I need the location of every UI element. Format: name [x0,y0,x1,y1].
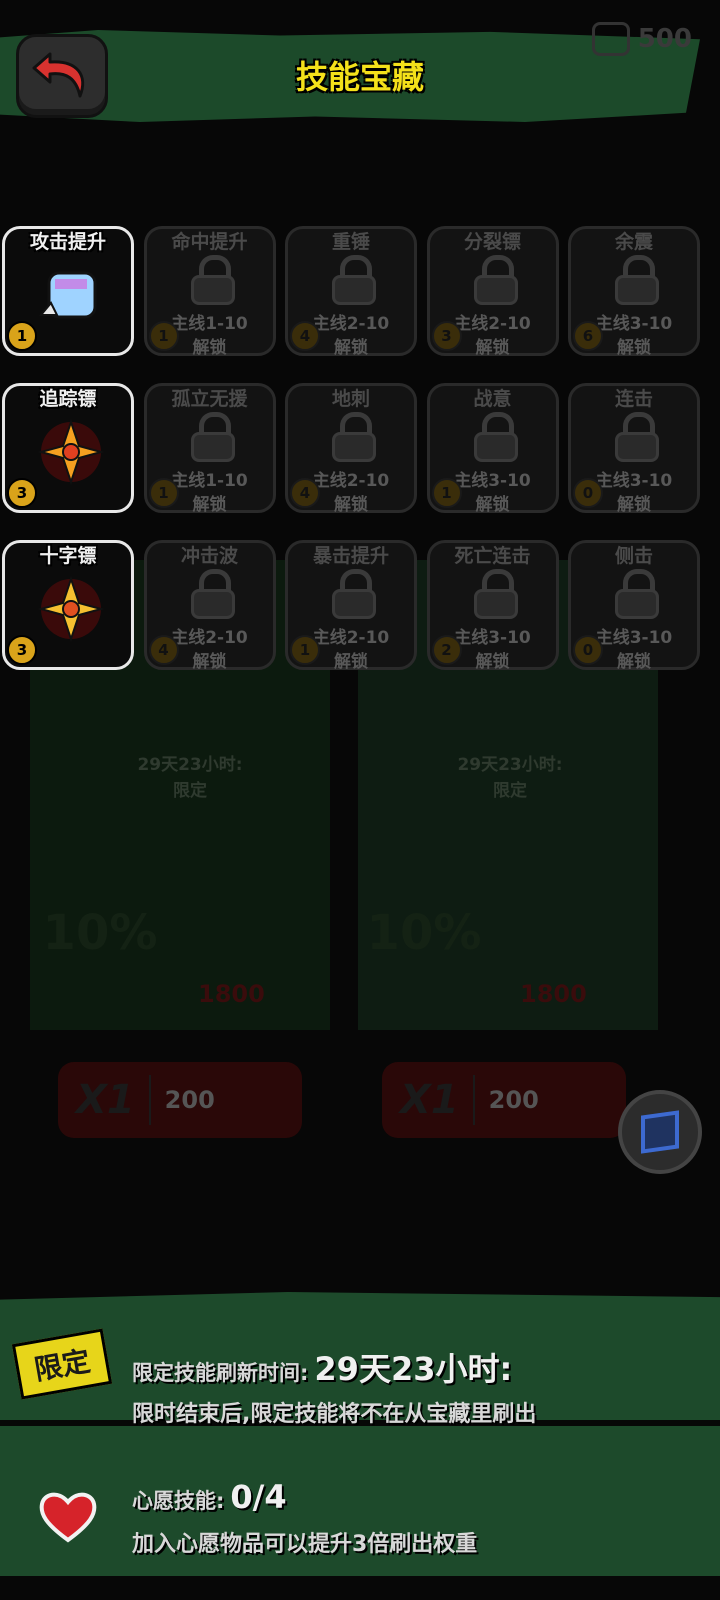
skill-name: 孤立无援 [171,388,248,410]
shop-discount-left: 10% [42,905,158,961]
skill-level-badge: 0 [573,635,603,665]
skill-level-badge: 6 [573,321,603,351]
skill-level-badge: 4 [290,478,320,508]
skill-level-badge: 1 [148,321,179,351]
skill-name: 余震 [614,231,653,253]
currency-amount: 500 [637,24,692,54]
shop-tag-left: 限定 [173,781,207,801]
skill-card[interactable]: 地刺 主线2-10 解锁 4 [285,383,417,515]
shop-price-right: 1800 [520,980,587,1008]
cube-icon [641,1110,679,1154]
skill-card[interactable]: 孤立无援 主线1-10 解锁 1 [143,383,276,515]
gem-icon [591,22,630,56]
skill-level-badge: 0 [573,478,603,508]
shop-count-left: X1 [76,1077,135,1123]
skill-card[interactable]: 分裂镖 主线2-10 解锁 3 [426,226,559,358]
currency-display: 500 [591,22,692,56]
skill-name: 战意 [473,388,512,410]
skill-card[interactable]: 攻击提升 1 [2,226,134,356]
skill-level-badge: 1 [431,478,462,508]
skill-level-badge: 2 [431,635,462,665]
skill-level-badge: 4 [148,635,179,665]
skill-name: 分裂镖 [463,231,521,253]
skill-level-badge: 1 [290,635,320,665]
lock-icon [332,255,376,305]
skill-name: 地刺 [331,388,370,410]
lock-icon [332,412,376,462]
skill-level-badge: 3 [7,635,37,665]
lock-icon [473,569,518,619]
skill-level-badge: 3 [7,478,37,508]
skill-level-badge: 1 [7,321,37,351]
shop-tag-right: 限定 [493,781,527,801]
shop-cost-right: 200 [488,1086,539,1114]
wish-note: 加入心愿物品可以提升3倍刷出权重 [132,1532,478,1557]
shop-count-right: X1 [400,1077,459,1123]
skill-name: 攻击提升 [29,231,106,253]
divider [472,1075,475,1125]
shop-buy-button-right[interactable]: X1 200 [382,1062,626,1138]
lock-icon [615,255,659,305]
shop-discount-right: 10% [366,905,482,961]
skill-level-badge: 1 [148,478,179,508]
shop-timer-right: 29天23小时: [457,755,563,775]
wish-label: 心愿技能: [132,1489,225,1513]
skill-card[interactable]: 冲击波 主线2-10 解锁 4 [143,540,276,672]
skill-card[interactable]: 余震 主线3-10 解锁 6 [568,226,700,358]
refresh-time: 29天23小时: [314,1350,513,1388]
limited-note: 限时结束后,限定技能将不在从宝藏里刷出 [132,1402,537,1427]
skill-name: 冲击波 [180,545,238,567]
lock-icon [190,255,235,305]
skill-card[interactable]: 连击 主线3-10 解锁 0 [568,383,700,515]
skill-card[interactable]: 暴击提升 主线2-10 解锁 1 [285,540,417,672]
shop-buy-button-left[interactable]: X1 200 [58,1062,302,1138]
shuriken-icon [37,418,105,486]
skill-name: 追踪镖 [39,388,97,410]
skill-card[interactable]: 死亡连击 主线3-10 解锁 2 [426,540,559,672]
skill-card[interactable]: 侧击 主线3-10 解锁 0 [568,540,700,672]
lock-icon [190,412,235,462]
heart-icon[interactable] [38,1490,98,1544]
lock-icon [332,569,376,619]
lock-icon [615,569,659,619]
skill-card[interactable]: 追踪镖 3 [2,383,134,513]
divider [148,1075,151,1125]
shop-cost-left: 200 [164,1086,215,1114]
fist-icon [38,271,97,319]
shop-timer-left: 29天23小时: [137,755,243,775]
shuriken-icon [37,575,105,643]
page-title: 技能宝藏 [295,58,424,96]
skill-card[interactable]: 重锤 主线2-10 解锁 4 [285,226,417,358]
lock-icon [473,412,518,462]
shop-price-left: 1800 [198,980,265,1008]
wish-line: 心愿技能: 0/4 [132,1478,287,1516]
skill-card[interactable]: 战意 主线3-10 解锁 1 [426,383,559,515]
skill-name: 重锤 [331,231,370,253]
skill-level-badge: 3 [431,321,462,351]
skill-name: 连击 [614,388,653,410]
lock-icon [615,412,659,462]
refresh-label: 限定技能刷新时间: [132,1361,309,1385]
skill-name: 侧击 [614,545,653,567]
wish-count: 0/4 [230,1478,287,1516]
skill-card[interactable]: 十字镖 3 [2,540,134,670]
skill-name: 暴击提升 [312,545,389,567]
skill-name: 十字镖 [39,545,97,567]
lock-icon [190,569,235,619]
skill-name: 命中提升 [171,231,248,253]
skill-card[interactable]: 命中提升 主线1-10 解锁 1 [143,226,276,358]
skill-name: 死亡连击 [454,545,531,567]
lock-icon [473,255,518,305]
refresh-time-line: 限定技能刷新时间: 29天23小时: [132,1344,512,1390]
skill-level-badge: 4 [290,321,320,351]
cube-menu-button[interactable] [618,1090,702,1174]
